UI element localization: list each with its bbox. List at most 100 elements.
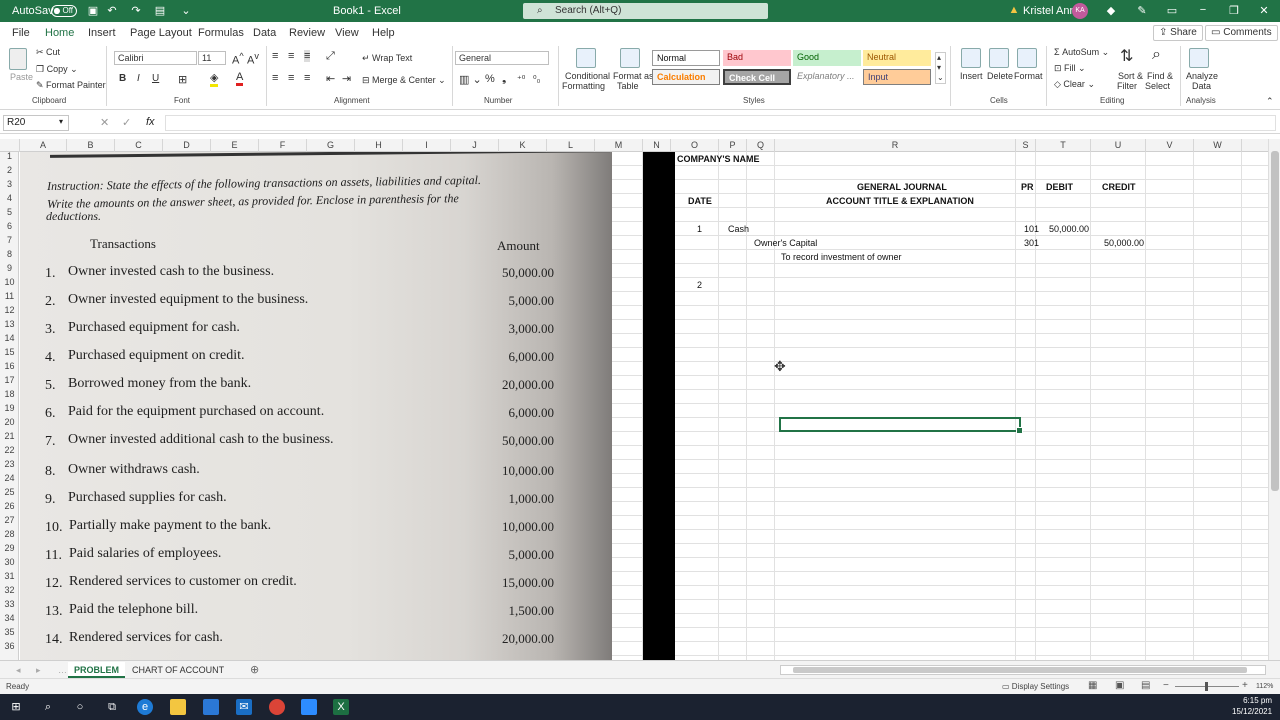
style-input[interactable]: Input	[863, 69, 931, 85]
column-header-e[interactable]: E	[211, 139, 259, 152]
autosum-button[interactable]: Σ AutoSum ⌄	[1054, 47, 1109, 58]
tab-file[interactable]: File	[12, 27, 30, 39]
delete-cells-icon[interactable]	[989, 48, 1009, 68]
save-icon[interactable]: ▣	[85, 4, 101, 17]
font-color-icon[interactable]: A	[236, 71, 244, 86]
pen-icon[interactable]: ✎	[1134, 4, 1150, 17]
row-header-7[interactable]: 7	[0, 233, 19, 247]
entry-2-account[interactable]: Owner's Capital	[754, 238, 817, 248]
style-calculation[interactable]: Calculation	[652, 69, 720, 85]
zoom-app-icon[interactable]	[301, 699, 317, 715]
selected-cell[interactable]	[779, 417, 1023, 434]
style-explanatory[interactable]: Explanatory ...	[793, 69, 861, 85]
excel-icon[interactable]: X	[333, 699, 349, 715]
find-select-label[interactable]: Find &	[1147, 71, 1173, 81]
sheet-tab-chart-of-account[interactable]: CHART OF ACCOUNT	[126, 662, 230, 678]
close-icon[interactable]: ✕	[1256, 4, 1272, 17]
zoom-slider-thumb[interactable]	[1205, 682, 1208, 691]
collapse-ribbon-icon[interactable]: ⌃	[1266, 96, 1274, 107]
row-header-28[interactable]: 28	[0, 527, 19, 541]
row-header-18[interactable]: 18	[0, 387, 19, 401]
account-title-header[interactable]: ACCOUNT TITLE & EXPLANATION	[826, 196, 974, 206]
confirm-entry-icon[interactable]: ✓	[122, 116, 131, 129]
row-header-36[interactable]: 36	[0, 639, 19, 653]
currency-icon[interactable]: ▥ ⌄	[459, 73, 482, 86]
debit-header[interactable]: DEBIT	[1046, 182, 1073, 192]
tab-page-layout[interactable]: Page Layout	[130, 27, 192, 39]
format-as-table-label[interactable]: Format as	[613, 71, 654, 81]
share-button[interactable]: ⇪ Share	[1153, 25, 1203, 41]
entry-3-explanation[interactable]: To record investment of owner	[781, 252, 902, 262]
customize-toolbar-icon[interactable]: ⌄	[178, 4, 194, 17]
align-bottom-icon[interactable]: ≡	[304, 50, 311, 62]
row-header-33[interactable]: 33	[0, 597, 19, 611]
row-header-13[interactable]: 13	[0, 317, 19, 331]
credit-header[interactable]: CREDIT	[1102, 182, 1136, 192]
tab-help[interactable]: Help	[372, 27, 395, 39]
row-header-12[interactable]: 12	[0, 303, 19, 317]
cut-button[interactable]: ✂ Cut	[36, 47, 60, 58]
entry-2-credit[interactable]: 50,000.00	[1104, 238, 1144, 248]
comments-button[interactable]: ▭ Comments	[1205, 25, 1278, 41]
tab-data[interactable]: Data	[253, 27, 276, 39]
tab-formulas[interactable]: Formulas	[198, 27, 244, 39]
align-left-icon[interactable]: ≡	[272, 72, 278, 84]
row-header-34[interactable]: 34	[0, 611, 19, 625]
column-header-k[interactable]: K	[499, 139, 547, 152]
column-header-b[interactable]: B	[67, 139, 115, 152]
style-neutral[interactable]: Neutral	[863, 50, 931, 66]
column-header-f[interactable]: F	[259, 139, 307, 152]
row-header-27[interactable]: 27	[0, 513, 19, 527]
analyze-data-label[interactable]: Analyze	[1186, 71, 1218, 81]
delete-cells-label[interactable]: Delete	[987, 71, 1013, 81]
column-header-o[interactable]: O	[671, 139, 719, 152]
orientation-icon[interactable]: ⤢	[326, 50, 335, 63]
column-header-a[interactable]: A	[20, 139, 67, 152]
row-header-22[interactable]: 22	[0, 443, 19, 457]
task-view-icon[interactable]: ⧉	[104, 699, 120, 715]
pr-header[interactable]: PR	[1021, 182, 1034, 192]
row-header-21[interactable]: 21	[0, 429, 19, 443]
clock-date[interactable]: 15/12/2021	[1232, 707, 1272, 716]
column-header-v[interactable]: V	[1146, 139, 1194, 152]
redo-icon[interactable]: ↷	[128, 4, 144, 17]
conditional-formatting-label2[interactable]: Formatting	[562, 81, 605, 91]
add-sheet-icon[interactable]: ⊕	[244, 662, 265, 678]
entry-1-debit[interactable]: 50,000.00	[1049, 224, 1089, 234]
insert-cells-label[interactable]: Insert	[960, 71, 983, 81]
bold-button[interactable]: B	[119, 73, 126, 84]
analyze-data-label2[interactable]: Data	[1192, 81, 1211, 91]
increase-decimal-icon[interactable]: ⁺⁰	[517, 74, 525, 85]
entry-2-pr[interactable]: 301	[1024, 238, 1039, 248]
column-header-g[interactable]: G	[307, 139, 355, 152]
number-format-select[interactable]: General	[455, 51, 549, 65]
clock-time[interactable]: 6:15 pm	[1240, 696, 1272, 705]
zoom-out-icon[interactable]: −	[1163, 680, 1169, 691]
row-header-31[interactable]: 31	[0, 569, 19, 583]
row-header-6[interactable]: 6	[0, 219, 19, 233]
company-name[interactable]: COMPANY'S NAME	[677, 154, 759, 164]
store-icon[interactable]	[203, 699, 219, 715]
italic-button[interactable]: I	[137, 73, 140, 84]
row-header-23[interactable]: 23	[0, 457, 19, 471]
underline-button[interactable]: U	[152, 73, 159, 84]
fill-button[interactable]: ⊡ Fill ⌄	[1054, 63, 1086, 74]
column-header-i[interactable]: I	[403, 139, 451, 152]
search-box[interactable]: ⌕ Search (Alt+Q)	[523, 3, 768, 19]
find-select-icon[interactable]: ⌕	[1152, 46, 1161, 64]
conditional-formatting-icon[interactable]	[576, 48, 596, 68]
column-header-t[interactable]: T	[1036, 139, 1091, 152]
row-header-24[interactable]: 24	[0, 471, 19, 485]
style-good[interactable]: Good	[793, 50, 861, 66]
decrease-indent-icon[interactable]: ⇤	[326, 72, 335, 85]
undo-icon[interactable]: ↶	[104, 4, 120, 17]
grow-font-icon[interactable]: A^	[232, 51, 244, 67]
zoom-in-icon[interactable]: +	[1242, 680, 1248, 691]
find-select-label2[interactable]: Select	[1145, 81, 1170, 91]
avatar[interactable]: KA	[1072, 3, 1088, 19]
column-header-m[interactable]: M	[595, 139, 643, 152]
tab-review[interactable]: Review	[289, 27, 325, 39]
analyze-data-icon[interactable]	[1189, 48, 1209, 68]
column-header-s[interactable]: S	[1016, 139, 1036, 152]
sort-filter-label[interactable]: Sort &	[1118, 71, 1143, 81]
